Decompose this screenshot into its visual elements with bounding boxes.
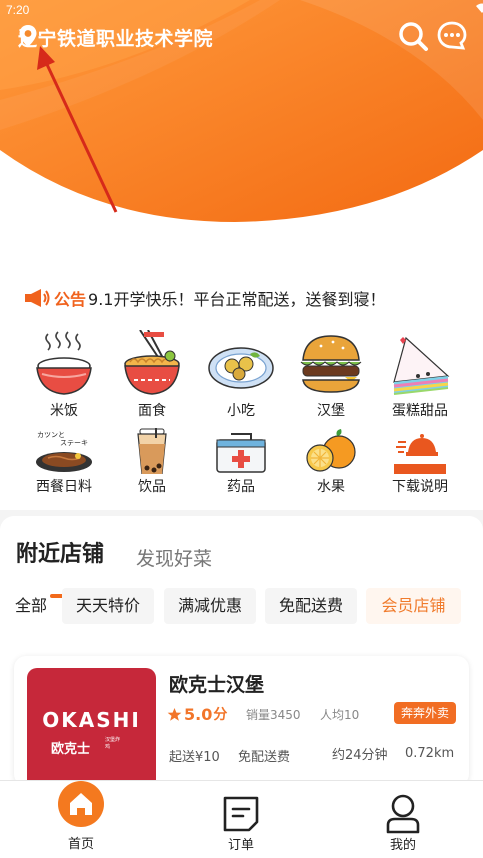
category-label: 蛋糕甜品	[392, 403, 448, 419]
category-drinks[interactable]: 饮品	[106, 428, 198, 496]
category-label: 米饭	[50, 403, 78, 419]
location-pin-icon	[19, 25, 37, 47]
header-banner: 7:20 辽宁铁道职业技术学院	[0, 0, 483, 278]
store-logo: OKASHI 欧克士 汉堡炸鸡	[27, 668, 156, 786]
medicine-kit-icon	[216, 433, 266, 473]
nav-home-label: 首页	[67, 837, 94, 852]
category-medicine[interactable]: 药品	[195, 428, 287, 496]
store-logo-tag: 汉堡炸鸡	[105, 737, 121, 750]
rice-bowl-icon	[36, 331, 92, 395]
filter-discounts[interactable]: 满减优惠	[164, 588, 256, 624]
message-button[interactable]	[436, 20, 468, 52]
status-bar: 7:20	[0, 0, 483, 20]
category-label: 汉堡	[317, 403, 345, 419]
category-snacks[interactable]: 小吃	[195, 330, 287, 420]
nav-orders[interactable]: 订单	[186, 781, 296, 858]
store-name: 欧克士汉堡	[169, 674, 265, 696]
bottom-navigation: 首页 订单 我的	[0, 780, 483, 858]
category-label: 饮品	[138, 479, 166, 495]
location-name: 辽宁铁道职业技术学院	[18, 27, 214, 50]
tab-nearby-stores[interactable]: 附近店铺	[16, 536, 104, 568]
svg-text:ステーキ: ステーキ	[60, 439, 88, 447]
nav-orders-label: 订单	[227, 838, 254, 853]
announcement-label: 公告	[54, 290, 87, 309]
rating-value: 5.0	[184, 704, 213, 724]
store-rating: 5.0 分	[167, 704, 227, 724]
noodle-bowl-icon	[124, 330, 180, 395]
filter-daily-specials[interactable]: 天天特价	[62, 588, 154, 624]
search-icon	[399, 22, 428, 51]
category-western-japanese[interactable]: カツンと ステーキ 西餐日料	[18, 428, 110, 496]
burger-icon	[300, 335, 362, 393]
category-rice[interactable]: 米饭	[18, 330, 110, 420]
status-time: 7:20	[6, 3, 30, 17]
store-sales: 销量3450	[246, 708, 301, 722]
rating-unit: 分	[213, 707, 228, 723]
category-panel: 公告 9.1开学快乐！平台正常配送，送餐到寝！ 米饭 面食 小吃 汉堡 蛋糕甜品…	[0, 278, 483, 510]
delivery-download-icon	[394, 428, 446, 474]
category-download-guide[interactable]: 下载说明	[374, 428, 466, 496]
store-distance: 0.72km	[405, 746, 455, 761]
store-platform-badge: 奔奔外卖	[394, 702, 457, 724]
announcement-bar[interactable]: 公告 9.1开学快乐！平台正常配送，送餐到寝！	[24, 286, 385, 310]
location-selector[interactable]: 辽宁铁道职业技术学院	[18, 24, 213, 50]
star-icon	[167, 707, 182, 721]
nav-profile-label: 我的	[389, 838, 416, 853]
filter-member-stores[interactable]: 会员店铺	[366, 588, 461, 624]
store-filters: 全部 天天特价 满减优惠 免配送费 会员店铺	[0, 588, 483, 626]
orange-fruit-icon	[306, 429, 356, 472]
category-cake[interactable]: 蛋糕甜品	[374, 330, 466, 420]
store-min-order: 起送¥10	[169, 750, 220, 765]
category-label: 小吃	[227, 403, 255, 419]
tab-discover-dishes[interactable]: 发现好菜	[136, 544, 212, 571]
category-fruit[interactable]: 水果	[285, 428, 377, 496]
store-logo-cn: 欧克士	[51, 742, 91, 757]
cake-icon	[393, 336, 450, 395]
orders-icon	[223, 796, 259, 832]
megaphone-icon	[25, 289, 50, 307]
snack-plate-icon	[208, 347, 274, 389]
message-icon	[437, 21, 467, 50]
store-card[interactable]: OKASHI 欧克士 汉堡炸鸡 欧克士汉堡 5.0 分 销量3450 人均10 …	[14, 656, 469, 786]
category-label: 药品	[227, 479, 255, 495]
profile-icon	[386, 794, 420, 834]
nav-home[interactable]: 首页	[26, 781, 136, 858]
category-burger[interactable]: 汉堡	[285, 330, 377, 420]
drink-cup-icon	[137, 428, 167, 474]
search-button[interactable]	[397, 20, 429, 52]
store-logo-wordmark: OKASHI	[42, 708, 141, 732]
announcement-text: 9.1开学快乐！平台正常配送，送餐到寝！	[88, 290, 386, 309]
category-label: 下载说明	[392, 479, 448, 495]
store-eta: 约24分钟	[332, 748, 388, 763]
nav-profile[interactable]: 我的	[348, 781, 458, 858]
steak-icon: カツンと ステーキ	[36, 431, 92, 472]
home-icon	[58, 781, 104, 827]
filter-free-delivery[interactable]: 免配送费	[265, 588, 357, 624]
wifi-battery-icon	[476, 3, 483, 13]
filter-all[interactable]: 全部	[10, 588, 52, 624]
store-free-delivery: 免配送费	[238, 750, 291, 765]
svg-text:カツンと: カツンと	[37, 431, 65, 439]
store-avg-price: 人均10	[320, 708, 360, 722]
category-noodles[interactable]: 面食	[106, 330, 198, 420]
nearby-stores-section: 附近店铺 发现好菜 全部 天天特价 满减优惠 免配送费 会员店铺 OKASHI …	[0, 516, 483, 816]
category-label: 西餐日料	[36, 479, 92, 495]
category-label: 水果	[317, 479, 345, 495]
category-label: 面食	[138, 403, 166, 419]
